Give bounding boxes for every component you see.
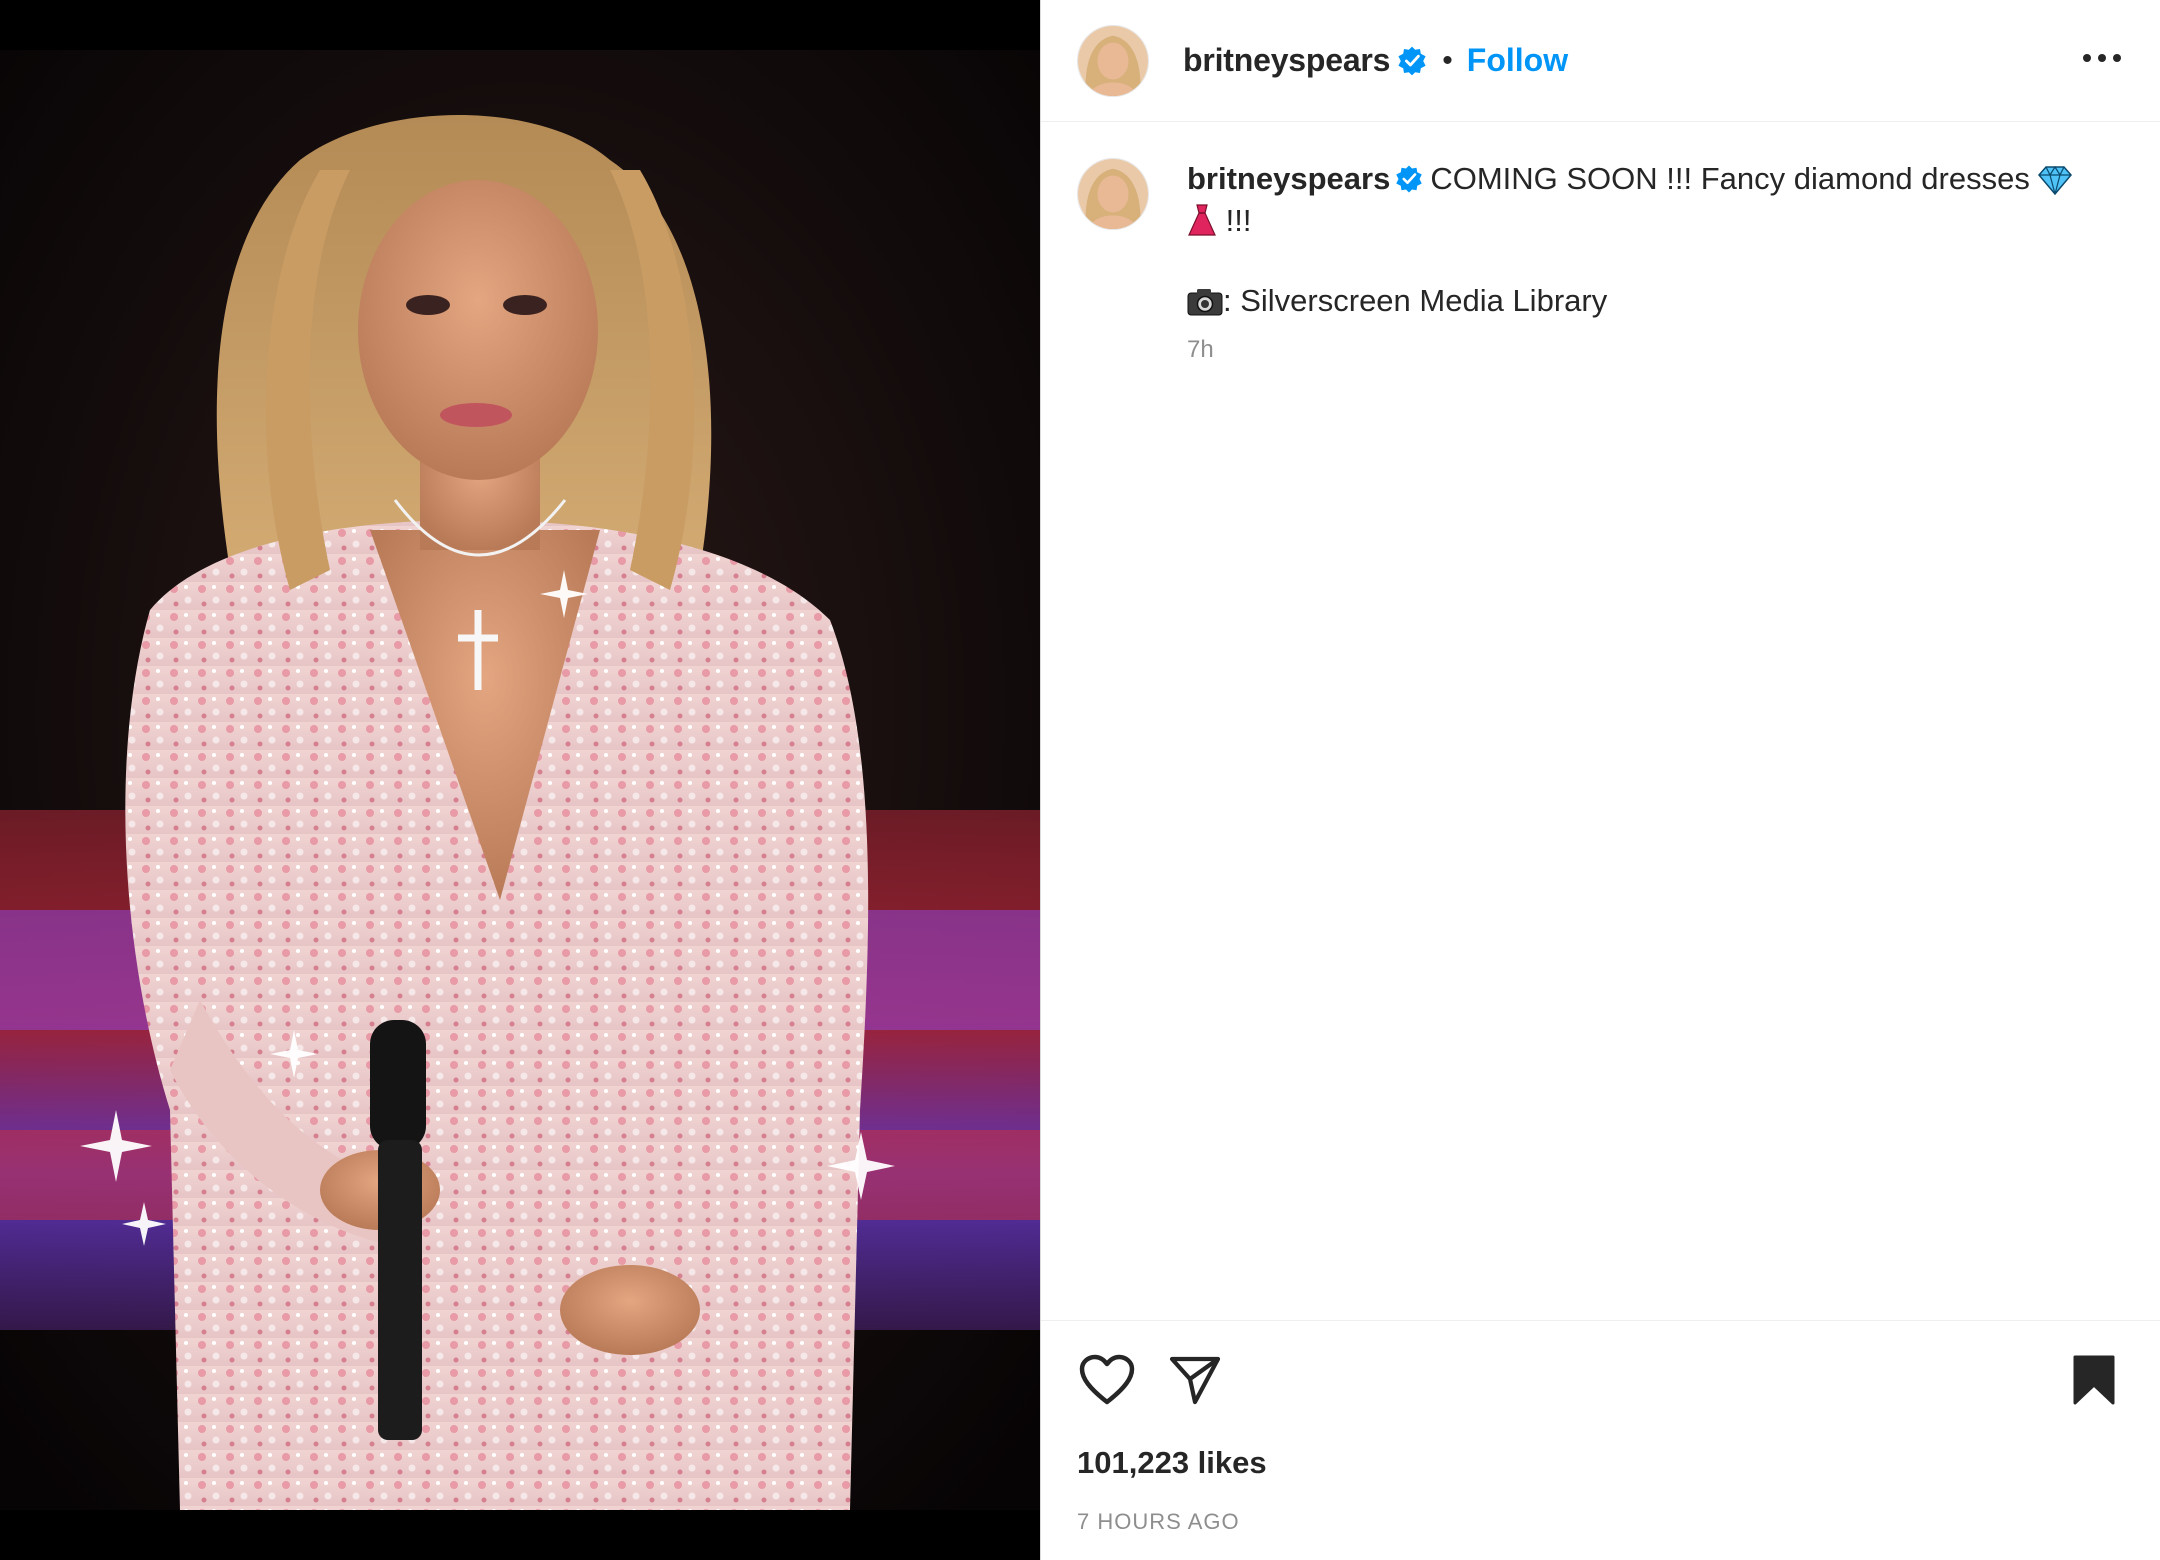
- comments-section: britneyspears COMING SOON !!! Fancy diamo…: [1041, 122, 2160, 1320]
- caption-credit-line: : Silverscreen Media Library: [1187, 280, 2087, 322]
- heart-icon: [1079, 1354, 1135, 1405]
- more-options-button[interactable]: [2078, 38, 2126, 78]
- caption-credit: : Silverscreen Media Library: [1223, 283, 1608, 318]
- caption-body: britneyspears COMING SOON !!! Fancy diamo…: [1187, 158, 2087, 364]
- post-age: 7 HOURS AGO: [1077, 1509, 1240, 1534]
- share-button[interactable]: [1165, 1350, 1225, 1410]
- caption-avatar-image: [1078, 159, 1148, 229]
- header-separator: •: [1442, 43, 1453, 77]
- caption-text-2: !!!: [1225, 203, 1252, 238]
- caption-text-block: britneyspears COMING SOON !!! Fancy diamo…: [1187, 158, 2087, 242]
- post-header: britneyspears • Follow: [1041, 0, 2160, 122]
- more-horizontal-icon: [2083, 54, 2121, 62]
- caption-text: COMING SOON !!! Fancy diamond dresses: [1430, 161, 2030, 196]
- bookmark-filled-icon: [2073, 1355, 2115, 1405]
- follow-button[interactable]: Follow: [1467, 42, 1568, 79]
- post-viewer: britneyspears • Follow britneyspears COM…: [0, 0, 2160, 1560]
- save-button[interactable]: [2064, 1350, 2124, 1410]
- actions-bar: 101,223 likes 7 HOURS AGO: [1041, 1320, 2160, 1560]
- caption-timestamp[interactable]: 7h: [1187, 336, 2087, 364]
- post-photo-image: [0, 50, 1040, 1510]
- gem-stone-icon: [2038, 165, 2073, 195]
- camera-icon: [1187, 289, 1223, 316]
- caption-row: britneyspears COMING SOON !!! Fancy diamo…: [1077, 158, 2124, 364]
- paper-plane-icon: [1169, 1356, 1221, 1405]
- verified-badge-icon: [1398, 46, 1426, 75]
- verified-badge-icon: [1396, 165, 1423, 193]
- post-side-panel: britneyspears • Follow britneyspears COM…: [1040, 0, 2160, 1560]
- media-pane: [0, 0, 1040, 1560]
- caption-avatar[interactable]: [1077, 158, 1149, 230]
- avatar[interactable]: [1077, 24, 1149, 97]
- like-button[interactable]: [1077, 1350, 1137, 1410]
- header-username[interactable]: britneyspears: [1183, 42, 1390, 79]
- caption-username[interactable]: britneyspears: [1187, 161, 1390, 196]
- action-icons-row: [1077, 1321, 2124, 1439]
- likes-count[interactable]: 101,223 likes: [1077, 1445, 2124, 1481]
- dress-icon: [1188, 204, 1216, 236]
- avatar-image: [1078, 25, 1148, 96]
- post-photo[interactable]: [0, 50, 1040, 1510]
